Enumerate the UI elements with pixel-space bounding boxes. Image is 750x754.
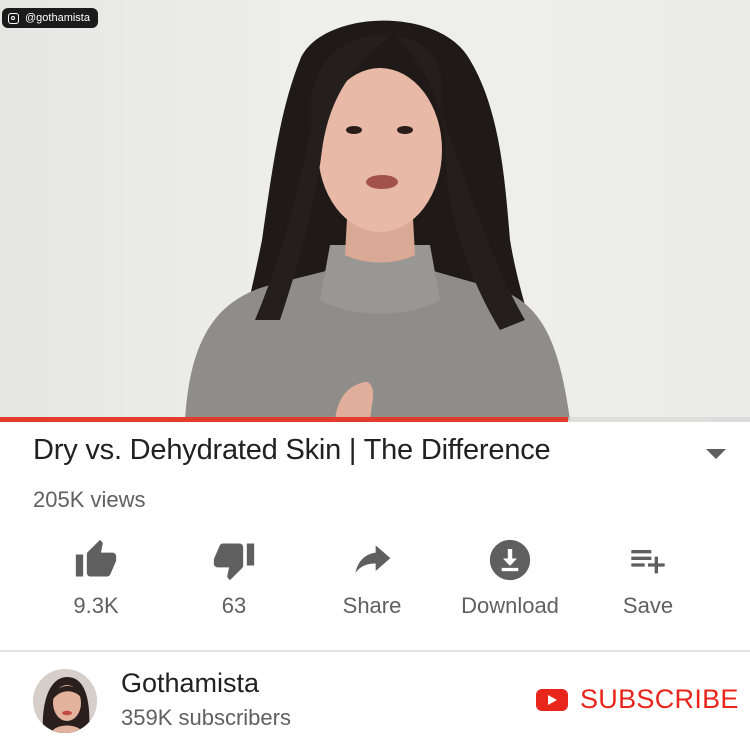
subscriber-count: 359K subscribers bbox=[121, 705, 291, 730]
video-player[interactable]: @gothamista bbox=[0, 0, 750, 422]
view-count: 205K views bbox=[33, 487, 146, 512]
youtube-play-icon bbox=[536, 688, 568, 711]
download-icon bbox=[485, 535, 535, 585]
channel-name[interactable]: Gothamista bbox=[121, 668, 259, 699]
save-label: Save bbox=[622, 593, 674, 618]
instagram-icon bbox=[8, 12, 19, 24]
share-label: Share bbox=[342, 593, 402, 618]
download-label: Download bbox=[461, 593, 559, 618]
divider bbox=[0, 650, 750, 652]
subscribe-button[interactable]: SUBSCRIBE bbox=[536, 684, 739, 715]
dislike-button[interactable]: 63 bbox=[164, 535, 304, 630]
subscribe-label: SUBSCRIBE bbox=[580, 684, 739, 714]
action-row: 9.3K 63 Share Download Save bbox=[0, 535, 750, 630]
save-button[interactable]: Save bbox=[578, 535, 718, 630]
video-progress-bar[interactable] bbox=[0, 417, 750, 422]
thumbs-up-icon bbox=[71, 535, 121, 585]
video-title: Dry vs. Dehydrated Skin | The Difference bbox=[33, 434, 551, 466]
playlist-add-icon bbox=[623, 535, 673, 585]
thumbs-down-icon bbox=[209, 535, 259, 585]
download-button[interactable]: Download bbox=[440, 535, 580, 630]
expand-description-icon[interactable] bbox=[706, 449, 726, 459]
avatar-image bbox=[33, 669, 97, 733]
like-button[interactable]: 9.3K bbox=[26, 535, 166, 630]
share-button[interactable]: Share bbox=[302, 535, 442, 630]
watermark-handle: @gothamista bbox=[25, 12, 90, 24]
channel-avatar[interactable] bbox=[33, 669, 97, 733]
dislike-count: 63 bbox=[221, 593, 247, 618]
like-count: 9.3K bbox=[73, 593, 119, 618]
share-arrow-icon bbox=[347, 535, 397, 585]
video-frame bbox=[185, 20, 570, 421]
video-progress-fill bbox=[0, 417, 568, 422]
instagram-watermark: @gothamista bbox=[2, 8, 98, 28]
